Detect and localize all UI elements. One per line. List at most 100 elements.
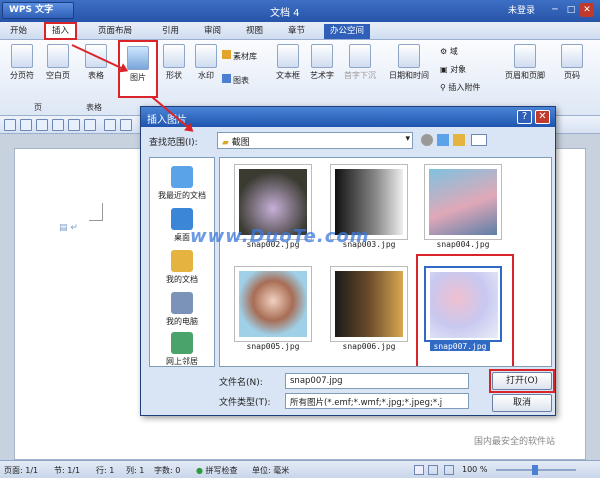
file-name-label: 文件名(N): (219, 378, 263, 388)
close-icon[interactable]: ✕ (580, 3, 594, 17)
tab-review[interactable]: 审阅 (198, 24, 227, 39)
attachment-label: 插入附件 (448, 83, 481, 92)
app-menu-button[interactable]: WPS 文字 (2, 2, 74, 19)
date-time-button[interactable]: 日期和时间 (384, 44, 434, 81)
view-page-icon[interactable] (414, 465, 424, 475)
view-menu-icon[interactable] (471, 134, 487, 146)
chevron-down-icon: ▾ (405, 134, 410, 144)
shape-icon (163, 44, 185, 68)
place-my-documents-label: 我的文档 (166, 275, 198, 284)
print-icon[interactable] (36, 119, 48, 131)
material-icon (222, 50, 231, 59)
file-name: snap007.jpg (430, 342, 490, 351)
field-button[interactable]: ⚙ 域 (440, 46, 458, 57)
undo-icon[interactable] (68, 119, 80, 131)
style-icon[interactable] (120, 119, 132, 131)
redo-icon[interactable] (84, 119, 96, 131)
zoom-slider-thumb[interactable] (532, 465, 538, 475)
view-web-icon[interactable] (428, 465, 438, 475)
format-icon[interactable] (104, 119, 116, 131)
tab-office-space[interactable]: 办公空间 (324, 24, 371, 39)
thumbnail (424, 266, 502, 342)
tab-view[interactable]: 视图 (240, 24, 269, 39)
my-documents-icon (171, 250, 193, 272)
page-break-icon (11, 44, 33, 68)
look-in-label: 查找范围(I): (149, 138, 198, 148)
margin-marker (89, 203, 103, 221)
help-icon[interactable]: ? (517, 110, 532, 124)
file-name: snap004.jpg (436, 240, 490, 249)
page-break-button[interactable]: 分页符 (2, 44, 42, 81)
list-item-selected[interactable]: snap007.jpg (418, 266, 514, 351)
preview-icon[interactable] (52, 119, 64, 131)
place-recent[interactable]: 我最近的文档 (150, 166, 214, 201)
picture-label: 图片 (130, 73, 146, 82)
textbox-icon (277, 44, 299, 68)
file-name: snap006.jpg (342, 342, 396, 351)
thumbnail (234, 266, 312, 342)
dialog-close-icon[interactable]: ✕ (535, 110, 550, 124)
file-type-select[interactable]: 所有图片(*.emf;*.wmf;*.jpg;*.jpeg;*.j (285, 393, 469, 409)
place-desktop-label: 桌面 (174, 233, 190, 242)
list-item[interactable]: snap004.jpg (418, 164, 514, 249)
wordart-button[interactable]: 艺术字 (302, 44, 342, 81)
look-in-select[interactable]: ▰ 截图 ▾ (217, 132, 413, 149)
tab-page-layout[interactable]: 页面布局 (92, 24, 138, 39)
open-button[interactable]: 打开(O) (492, 372, 552, 390)
cancel-button[interactable]: 取消 (492, 394, 552, 412)
page-number-icon (561, 44, 583, 68)
file-type-value: 所有图片(*.emf;*.wmf;*.jpg;*.jpeg;*.j (290, 398, 443, 408)
places-bar: 我最近的文档 桌面 我的文档 我的电脑 网上邻居 (149, 157, 215, 367)
page-break-label: 分页符 (10, 71, 34, 80)
spell-check-icon: ● (196, 466, 206, 475)
watermark-button[interactable]: 水印 (186, 44, 226, 81)
file-type-label: 文件类型(T): (219, 398, 271, 408)
header-footer-button[interactable]: 页眉和页脚 (500, 44, 550, 81)
new-folder-icon[interactable] (453, 134, 465, 146)
tab-insert[interactable]: 插入 (44, 22, 78, 40)
status-row: 行: 1 (96, 466, 115, 475)
table-label: 表格 (88, 71, 104, 80)
material-library-button[interactable]: 素材库 (222, 50, 257, 62)
object-button[interactable]: ▣ 对象 (440, 64, 466, 75)
site-watermark: 国内最安全的软件站 (474, 437, 556, 447)
view-outline-icon[interactable] (444, 465, 454, 475)
minimize-icon[interactable]: ─ (548, 3, 562, 17)
status-page: 页面: 1/1 (4, 466, 39, 475)
field-label: 域 (449, 47, 458, 56)
image-preview (335, 271, 403, 337)
spell-check-button[interactable]: ● 拼写检查 (196, 465, 238, 476)
restore-icon[interactable]: □ (564, 3, 578, 17)
list-item[interactable]: snap006.jpg (324, 266, 420, 351)
place-my-computer[interactable]: 我的电脑 (150, 292, 214, 327)
wordart-label: 艺术字 (310, 71, 334, 80)
up-folder-icon[interactable] (437, 134, 449, 146)
list-item[interactable]: snap005.jpg (228, 266, 324, 351)
login-status[interactable]: 未登录 (508, 3, 535, 16)
attachment-button[interactable]: ⚲ 插入附件 (440, 82, 480, 93)
recent-docs-icon (171, 166, 193, 188)
thumbnail (424, 164, 502, 240)
status-unit: 单位: 毫米 (252, 466, 290, 475)
status-section: 节: 1/1 (54, 466, 81, 475)
place-recent-label: 我最近的文档 (158, 191, 206, 200)
watermark-icon (195, 44, 217, 68)
place-my-documents[interactable]: 我的文档 (150, 250, 214, 285)
tab-section[interactable]: 章节 (282, 24, 311, 39)
place-network[interactable]: 网上邻居 (150, 332, 214, 367)
insert-picture-dialog: 插入图片 ? ✕ 查找范围(I): ▰ 截图 ▾ 我最近的文档 桌面 我的文档 我… (140, 106, 556, 416)
blank-page-button[interactable]: 空白页 (38, 44, 78, 81)
back-icon[interactable] (421, 134, 433, 146)
drop-cap-button[interactable]: 首字下沉 (340, 44, 380, 81)
tab-references[interactable]: 引用 (156, 24, 185, 39)
file-name-input[interactable]: snap007.jpg (285, 373, 469, 389)
chart-label: 图表 (233, 76, 249, 85)
shape-label: 形状 (166, 71, 182, 80)
chart-button[interactable]: 图表 (222, 74, 249, 86)
header-footer-icon (514, 44, 536, 68)
save-icon[interactable] (20, 119, 32, 131)
status-words: 字数: 0 (154, 466, 181, 475)
page-number-button[interactable]: 页码 (552, 44, 592, 81)
tab-home[interactable]: 开始 (4, 24, 33, 39)
open-icon[interactable] (4, 119, 16, 131)
